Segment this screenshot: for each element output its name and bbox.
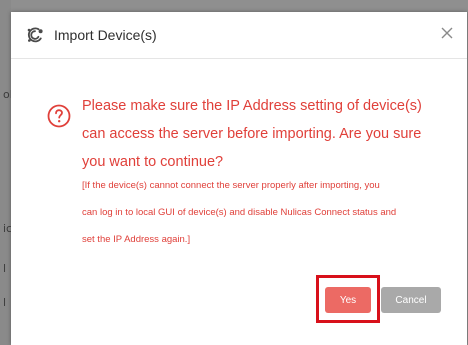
- note-line: [If the device(s) cannot connect the ser…: [82, 180, 380, 191]
- note-line: can log in to local GUI of device(s) and…: [82, 207, 397, 218]
- confirmation-message: Please make sure the IP Address setting …: [82, 92, 452, 176]
- backdrop-text: l: [3, 262, 7, 275]
- note-message: [If the device(s) cannot connect the ser…: [82, 172, 457, 253]
- note-line: set the IP Address again.]: [82, 234, 191, 245]
- dialog-header: Import Device(s): [11, 12, 467, 59]
- cloud-gear-icon: [27, 27, 43, 43]
- dialog-body: Please make sure the IP Address setting …: [11, 59, 467, 345]
- message-line: Please make sure the IP Address setting …: [82, 98, 422, 114]
- backdrop: ol ic l l: [0, 0, 13, 345]
- dialog-title: Import Device(s): [54, 27, 157, 43]
- backdrop-text: l: [3, 296, 7, 309]
- yes-button[interactable]: Yes: [325, 287, 371, 313]
- close-icon[interactable]: [437, 23, 457, 43]
- cancel-button[interactable]: Cancel: [381, 287, 441, 313]
- question-icon: [47, 104, 71, 128]
- message-line: can access the server before importing. …: [82, 126, 422, 142]
- import-devices-dialog: Import Device(s) Please make sure the IP…: [11, 12, 467, 345]
